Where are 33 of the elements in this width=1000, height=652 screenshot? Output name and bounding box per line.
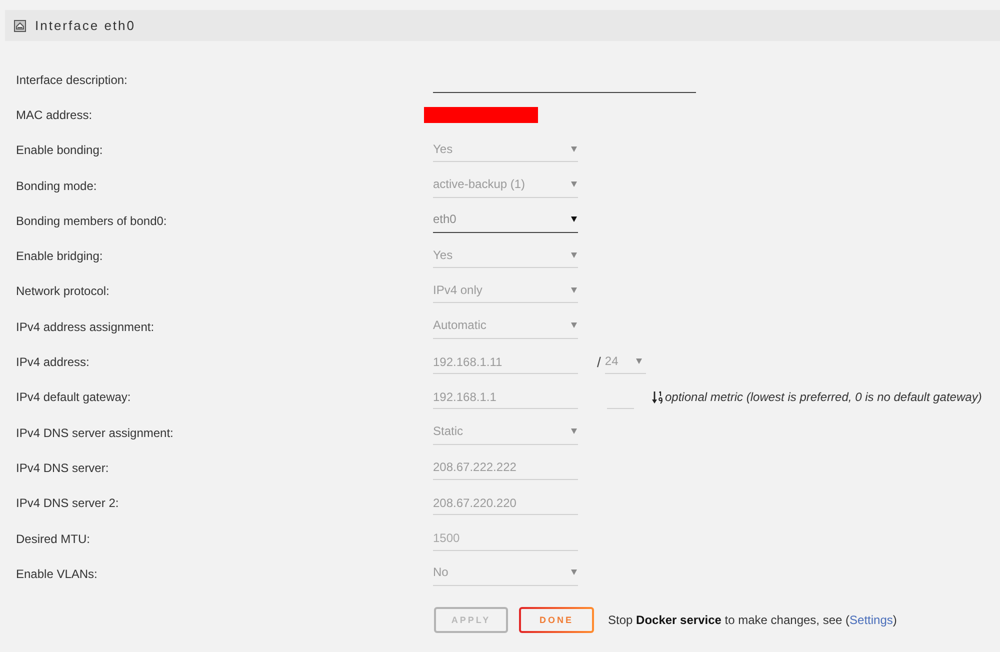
notice-text: Stop Docker service to make changes, see (Settings) [608,613,897,628]
field-label: Enable bridging: [16,249,103,264]
field-label: Enable VLANs: [16,566,98,581]
separator-text: / [597,354,601,370]
field-label: Network protocol: [16,284,110,298]
caret-icon [571,216,577,222]
caret-icon [571,569,577,576]
sort-down-icon [652,390,663,404]
panel-title: Interface eth0 [35,18,136,33]
field-label: MAC address: [16,108,92,122]
field-label: Enable bonding: [16,143,103,158]
select-field[interactable]: eth0 [433,208,578,233]
caret-icon [571,322,577,328]
caret-icon [571,181,577,188]
field-label: IPv4 default gateway: [16,390,131,404]
field-label: IPv4 address assignment: [16,320,154,334]
caret-icon [571,286,577,293]
field-label: Interface description: [16,72,128,87]
done-button[interactable]: DONE [519,607,594,634]
field-label: Bonding members of bond0: [16,214,167,228]
caret-icon [571,428,577,434]
settings-link[interactable]: Settings [850,613,893,628]
field-label: IPv4 DNS server: [16,460,109,475]
hint-text: optional metric (lowest is preferred, 0 is no default gateway) [665,390,982,404]
caret-icon [571,252,577,258]
caret-icon [636,358,642,364]
field-label: IPv4 DNS server 2: [16,496,119,510]
field-label: IPv4 address: [16,355,90,370]
caret-icon [571,146,577,152]
field-label: Desired MTU: [16,532,90,546]
field-label: Bonding mode: [16,178,97,193]
field-label: IPv4 DNS server assignment: [16,426,174,440]
port-icon [14,20,26,32]
